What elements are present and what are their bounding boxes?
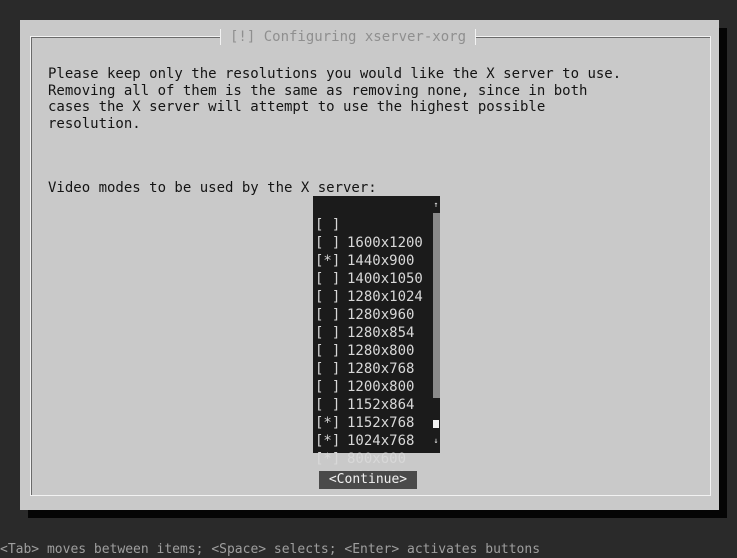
dialog-title: [!] Configuring xserver-xorg [220,26,477,48]
list-item-1152x768[interactable]: [ ] 1152x768 [313,378,432,431]
list-item-1200x800[interactable]: [ ] 1200x800 [313,342,432,395]
list-item-1600x1200[interactable]: [ ] 1600x1200 [313,198,432,251]
list-item-1280x800[interactable]: [ ] 1280x800 [313,306,432,359]
config-dialog: [!] Configuring xserver-xorg Please keep… [20,20,719,510]
scrollbar-thumb[interactable] [433,420,439,428]
continue-button[interactable]: <Continue> [319,471,417,489]
checkbox[interactable]: [*] [315,450,340,468]
list-item-1024x768[interactable]: [*] 1024x768 [313,396,432,449]
list-item-800x600[interactable]: [*] 800x600 [313,414,432,467]
list-item-1280x1024[interactable]: [ ] 1280x1024 [313,252,432,305]
video-modes-list[interactable]: [ ] 1600x1200 [ ] 1440x900 [*] 1400x1050… [313,196,432,485]
list-item-1152x864[interactable]: [ ] 1152x864 [313,360,432,413]
help-status-bar: <Tab> moves between items; <Space> selec… [0,542,541,557]
list-prompt: Video modes to be used by the X server: [48,180,377,196]
list-scrollbar[interactable]: ↑ ↓ [430,196,440,453]
scroll-down-arrow-icon[interactable]: ↓ [432,436,440,446]
list-item-1280x854[interactable]: [ ] 1280x854 [313,288,432,341]
scroll-up-arrow-icon[interactable]: ↑ [432,200,440,210]
dialog-description: Please keep only the resolutions you wou… [48,66,622,132]
list-item-1280x768[interactable]: [ ] 1280x768 [313,324,432,377]
list-item-1400x1050[interactable]: [*] 1400x1050 [313,234,432,287]
list-item-1280x960[interactable]: [ ] 1280x960 [313,270,432,323]
scrollbar-track[interactable] [433,213,440,398]
list-item-640x480[interactable]: [*] 640x480 [313,432,432,485]
list-item-1440x900[interactable]: [ ] 1440x900 [313,216,432,269]
